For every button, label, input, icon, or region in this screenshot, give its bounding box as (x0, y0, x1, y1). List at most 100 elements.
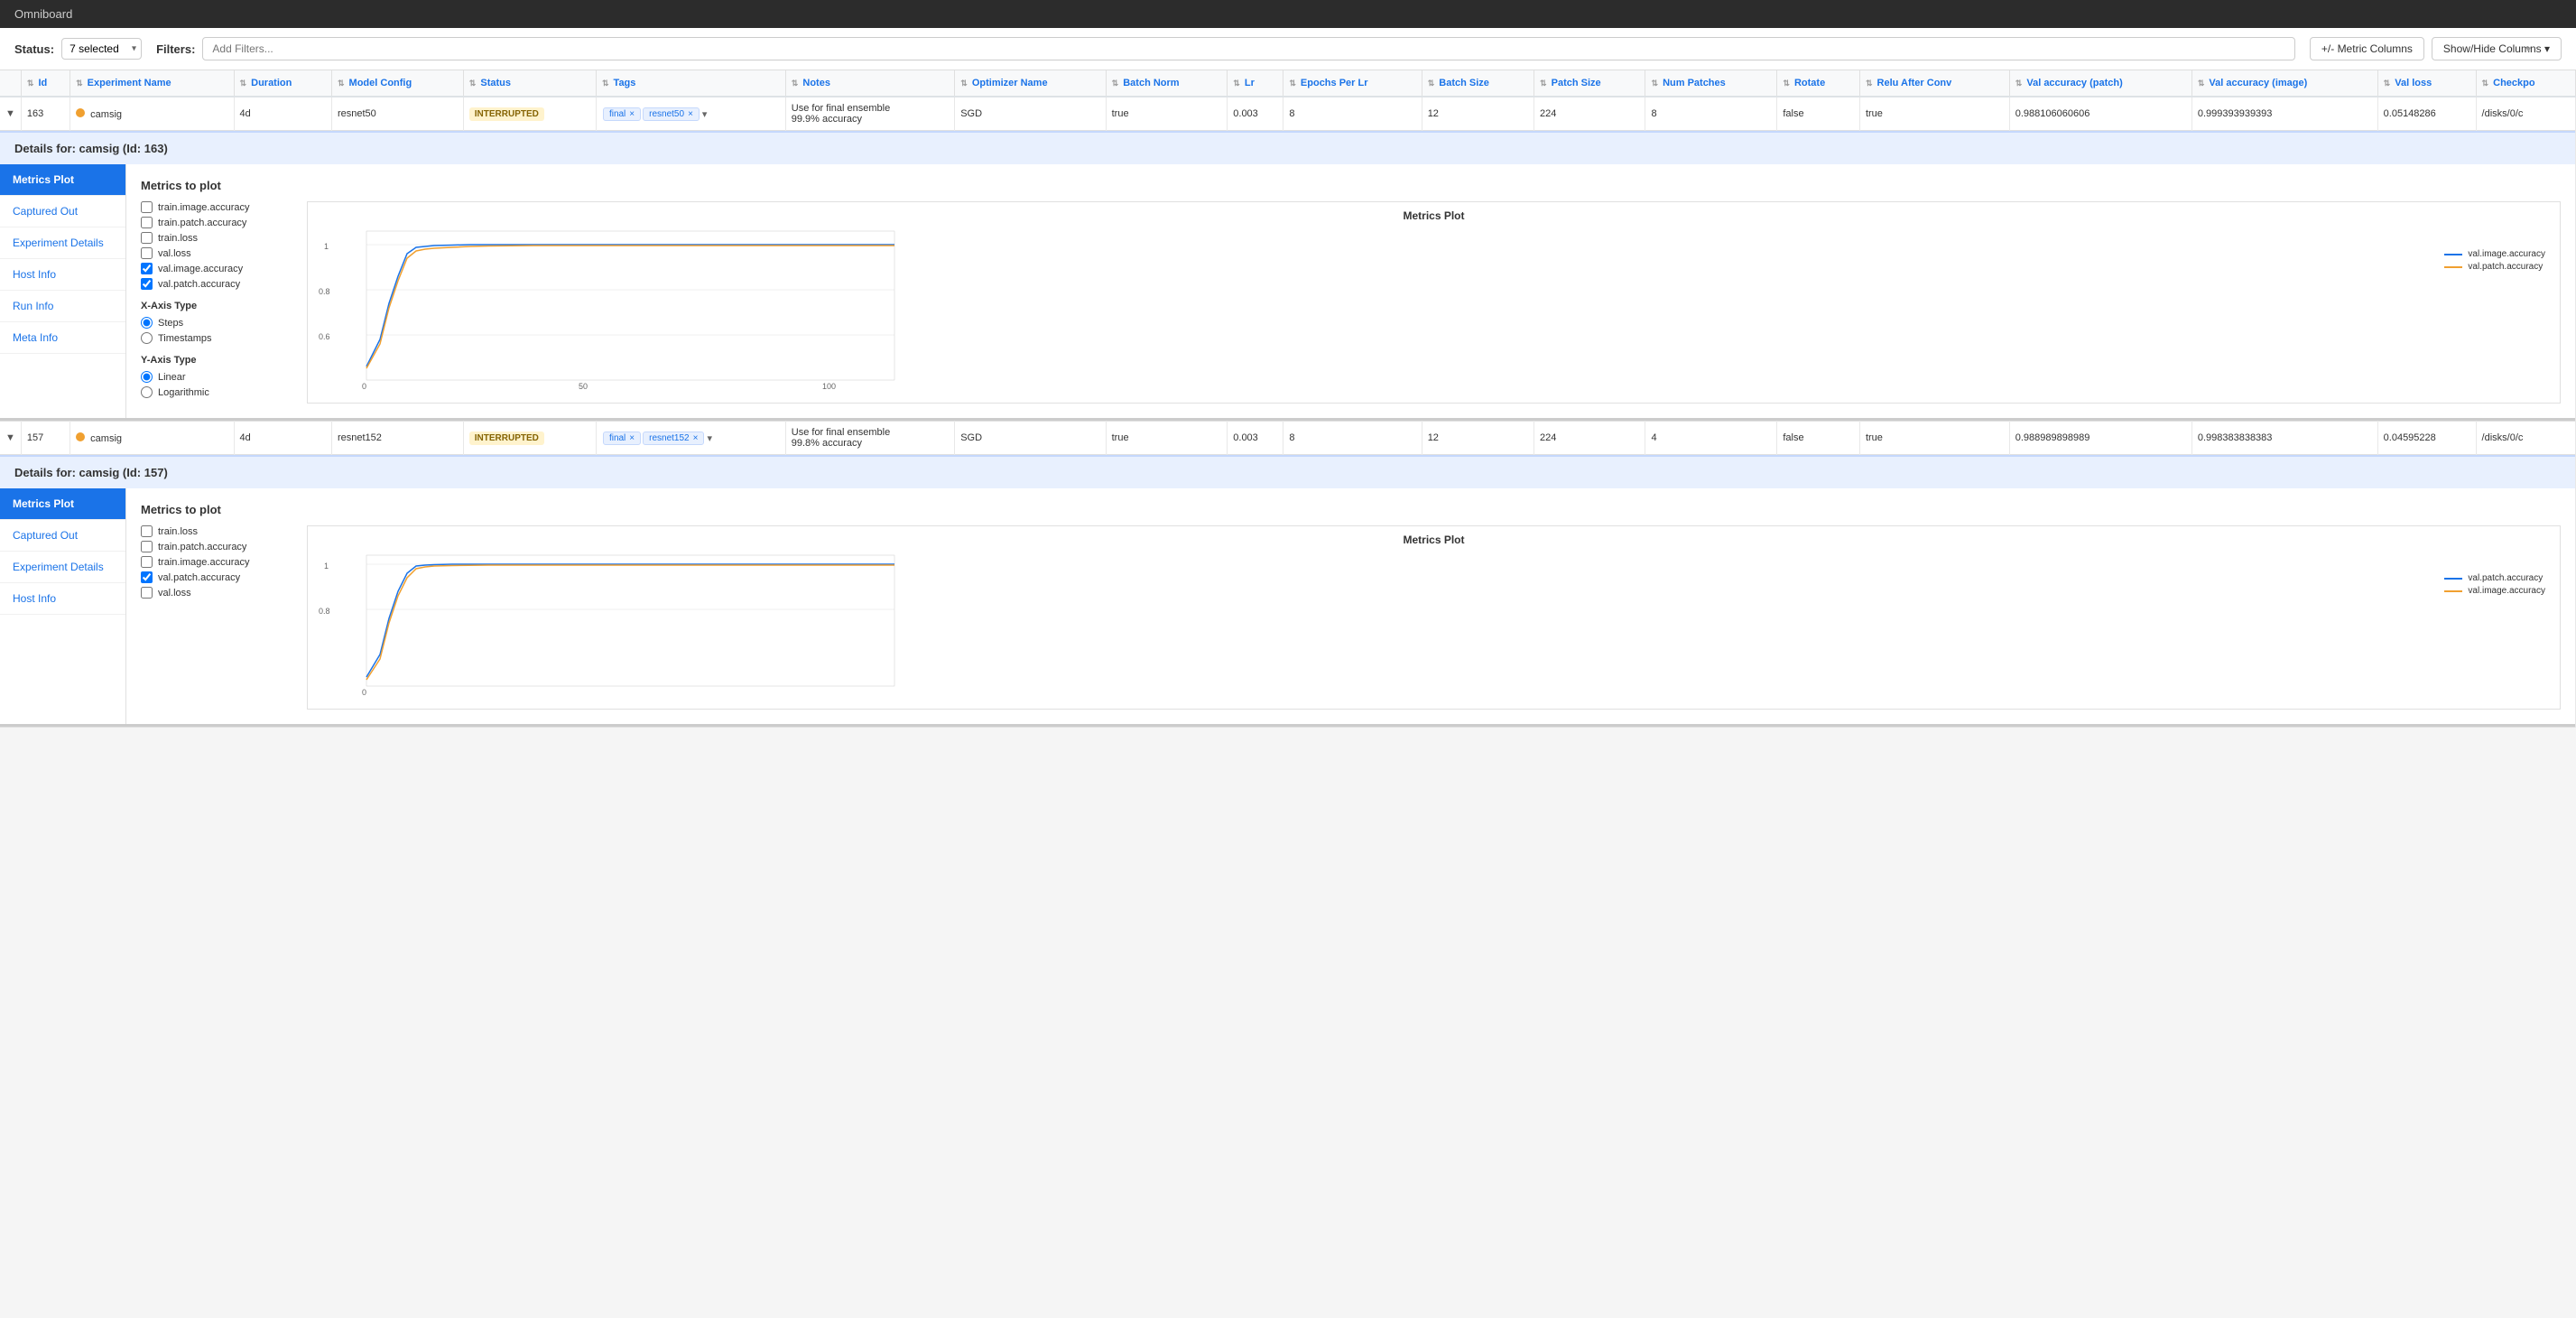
sidebar-metrics-plot-163[interactable]: Metrics Plot (0, 164, 125, 196)
col-exp-name[interactable]: ⇅ Experiment Name (70, 70, 234, 97)
col-expand (0, 70, 21, 97)
col-rotate[interactable]: ⇅ Rotate (1777, 70, 1860, 97)
legend-label-blue-157: val.patch.accuracy (2468, 573, 2543, 583)
cb-train-image-acc-input-157[interactable] (141, 556, 153, 568)
cb-train-patch-acc-input-163[interactable] (141, 217, 153, 228)
radio-timestamps-163: Timestamps (141, 332, 285, 344)
col-val-acc-patch[interactable]: ⇅ Val accuracy (patch) (2009, 70, 2191, 97)
legend-line-blue-157 (2444, 578, 2462, 580)
legend-label-orange-157: val.image.accuracy (2468, 586, 2545, 596)
radio-steps-input-163[interactable] (141, 317, 153, 329)
sidebar-host-info-163[interactable]: Host Info (0, 259, 125, 291)
status-select-wrapper[interactable]: 7 selected (61, 38, 142, 60)
sidebar-experiment-details-157[interactable]: Experiment Details (0, 552, 125, 583)
radio-timestamps-input-163[interactable] (141, 332, 153, 344)
sidebar-experiment-details-163[interactable]: Experiment Details (0, 227, 125, 259)
cb-train-loss-input-157[interactable] (141, 525, 153, 537)
cell-batchsize-157: 12 (1422, 422, 1534, 455)
chart-title-157: Metrics Plot (308, 526, 2560, 546)
sidebar-captured-out-163[interactable]: Captured Out (0, 196, 125, 227)
cb-train-loss-157: train.loss (141, 525, 285, 537)
status-select[interactable]: 7 selected (61, 38, 142, 60)
radio-linear-input-163[interactable] (141, 371, 153, 383)
svg-text:0.8: 0.8 (319, 287, 330, 296)
status-dot-157 (76, 432, 85, 441)
row-expander-163[interactable]: ▼ (0, 97, 21, 131)
cb-train-image-acc-input-163[interactable] (141, 201, 153, 213)
status-dot-163 (76, 108, 85, 117)
col-checkpoint[interactable]: ⇅ Checkpo (2476, 70, 2575, 97)
legend-label-orange-163: val.patch.accuracy (2468, 262, 2543, 272)
cell-valloss-163: 0.05148286 (2377, 97, 2476, 131)
details-header-157: Details for: camsig (Id: 157) (0, 455, 2575, 488)
svg-text:0: 0 (362, 382, 366, 391)
tags-dropdown-157[interactable]: ▾ (705, 432, 714, 444)
radio-log-input-163[interactable] (141, 386, 153, 398)
cell-checkpoint-163: /disks/0/c (2476, 97, 2575, 131)
sidebar-metrics-plot-157[interactable]: Metrics Plot (0, 488, 125, 520)
col-epochs-per-lr[interactable]: ⇅ Epochs Per Lr (1283, 70, 1422, 97)
cell-expname-163: camsig (70, 97, 234, 131)
col-relu-after-conv[interactable]: ⇅ Relu After Conv (1859, 70, 2009, 97)
cell-status-157: INTERRUPTED (463, 422, 596, 455)
tags-dropdown-163[interactable]: ▾ (700, 108, 709, 120)
topbar: Omniboard (0, 0, 2576, 28)
svg-text:0: 0 (362, 688, 366, 697)
cell-epochs-163: 8 (1283, 97, 1422, 131)
table-row: ▼ 157 camsig 4d resnet152 INTERRUPTED fi… (0, 422, 2576, 455)
cb-train-patch-acc-163: train.patch.accuracy (141, 217, 285, 228)
col-val-acc-image[interactable]: ⇅ Val accuracy (image) (2191, 70, 2377, 97)
show-hide-btn[interactable]: Show/Hide Columns ▾ (2432, 37, 2562, 60)
chart-title-163: Metrics Plot (308, 202, 2560, 222)
tag-chip-final-157: final × (603, 432, 641, 445)
x-axis-section-163: X-Axis Type Steps Timestamps (141, 301, 285, 344)
status-badge-163: INTERRUPTED (469, 107, 544, 121)
col-batch-norm[interactable]: ⇅ Batch Norm (1106, 70, 1228, 97)
details-header-163: Details for: camsig (Id: 163) (0, 131, 2575, 164)
cell-numpatches-163: 8 (1645, 97, 1777, 131)
cb-val-loss-input-157[interactable] (141, 587, 153, 599)
cell-duration-163: 4d (234, 97, 331, 131)
cell-batchnorm-163: true (1106, 97, 1228, 131)
cell-checkpoint-157: /disks/0/c (2476, 422, 2575, 455)
col-optimizer[interactable]: ⇅ Optimizer Name (955, 70, 1106, 97)
sidebar-run-info-163[interactable]: Run Info (0, 291, 125, 322)
col-val-loss[interactable]: ⇅ Val loss (2377, 70, 2476, 97)
col-lr[interactable]: ⇅ Lr (1228, 70, 1283, 97)
cb-train-patch-acc-input-157[interactable] (141, 541, 153, 552)
col-patch-size[interactable]: ⇅ Patch Size (1534, 70, 1645, 97)
details-body-163: Metrics Plot Captured Out Experiment Det… (0, 164, 2575, 421)
cell-expname-157: camsig (70, 422, 234, 455)
sidebar-host-info-157[interactable]: Host Info (0, 583, 125, 615)
x-axis-title-163: X-Axis Type (141, 301, 285, 311)
metrics-to-plot-163: Metrics to plot train.image.accuracy (141, 179, 2561, 404)
col-status[interactable]: ⇅ Status (463, 70, 596, 97)
legend-line-orange-163 (2444, 266, 2462, 268)
cell-valacc-image-163: 0.999393939393 (2191, 97, 2377, 131)
col-batch-size[interactable]: ⇅ Batch Size (1422, 70, 1534, 97)
cb-val-patch-acc-input-163[interactable] (141, 278, 153, 290)
legend-line-blue-163 (2444, 254, 2462, 255)
col-tags[interactable]: ⇅ Tags (596, 70, 785, 97)
cb-train-loss-input-163[interactable] (141, 232, 153, 244)
row-expander-157[interactable]: ▼ (0, 422, 21, 455)
cb-val-loss-input-163[interactable] (141, 247, 153, 259)
experiments-table: ⇅ Id ⇅ Experiment Name ⇅ Duration ⇅ Mode… (0, 70, 2576, 728)
cell-model-163: resnet50 (331, 97, 463, 131)
col-id[interactable]: ⇅ Id (21, 70, 69, 97)
metrics-title-163: Metrics to plot (141, 179, 2561, 192)
col-notes[interactable]: ⇅ Notes (785, 70, 954, 97)
sidebar-meta-info-163[interactable]: Meta Info (0, 322, 125, 354)
cell-optimizer-157: SGD (955, 422, 1106, 455)
cb-val-patch-acc-input-157[interactable] (141, 571, 153, 583)
col-duration[interactable]: ⇅ Duration (234, 70, 331, 97)
metrics-controls-157: train.loss train.patch.accuracy (141, 525, 285, 710)
sidebar-captured-out-157[interactable]: Captured Out (0, 520, 125, 552)
col-model-config[interactable]: ⇅ Model Config (331, 70, 463, 97)
filters-input[interactable] (202, 37, 2294, 60)
col-num-patches[interactable]: ⇅ Num Patches (1645, 70, 1777, 97)
svg-text:0.6: 0.6 (319, 332, 330, 341)
metric-columns-btn[interactable]: +/- Metric Columns (2310, 37, 2424, 60)
details-body-157: Metrics Plot Captured Out Experiment Det… (0, 488, 2575, 727)
cb-val-image-acc-input-163[interactable] (141, 263, 153, 274)
